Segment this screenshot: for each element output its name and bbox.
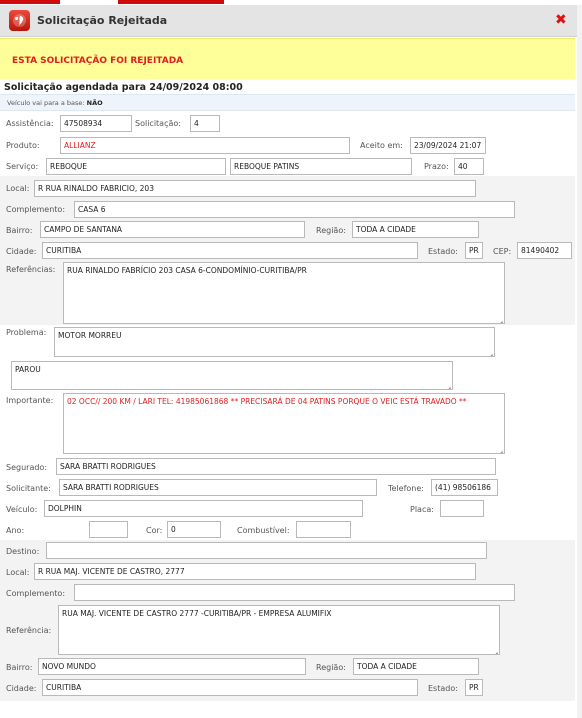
tab-strip-left <box>0 0 60 4</box>
cor-label: Cor: <box>146 526 163 535</box>
placa-field[interactable] <box>440 500 484 517</box>
importante-field[interactable]: 02 OCC// 200 KM / LARI TEL: 41985061868 … <box>63 393 505 454</box>
schedule-text: Solicitação agendada para 24/09/2024 08:… <box>4 82 243 93</box>
problema-detail-field[interactable]: PAROU <box>11 361 453 390</box>
alert-text: ESTA SOLICITAÇÃO FOI REJEITADA <box>12 56 184 66</box>
ano-label: Ano: <box>6 526 25 535</box>
destino-bairro-label: Bairro: <box>6 663 33 672</box>
base-label: Veículo vai para a base: <box>7 99 85 107</box>
resize-grip-icon[interactable] <box>496 445 503 452</box>
assistencia-label: Assistência: <box>6 119 54 128</box>
regiao-field[interactable]: TODA A CIDADE <box>352 221 479 238</box>
resize-grip-icon[interactable] <box>496 315 503 322</box>
cep-label: CEP: <box>493 247 512 256</box>
telefone-field[interactable]: (41) 98506186 <box>431 479 498 496</box>
complemento-field[interactable]: CASA 6 <box>74 201 515 218</box>
cep-field[interactable]: 81490402 <box>517 242 572 259</box>
globe-icon <box>9 10 30 31</box>
placa-label: Placa: <box>410 505 434 514</box>
referencias-field[interactable]: RUA RINALDO FABRÍCIO 203 CASA 6-CONDOMÍN… <box>63 262 505 324</box>
aceito-em-field[interactable]: 23/09/2024 21:07 <box>410 137 486 154</box>
destino-complemento-field[interactable] <box>74 584 515 601</box>
complemento-label: Complemento: <box>6 205 66 214</box>
close-icon[interactable]: ✖ <box>555 12 567 28</box>
destino-referencia-text: RUA MAJ. VICENTE DE CASTRO 2777 -CURITIB… <box>62 609 332 618</box>
referencias-text: RUA RINALDO FABRÍCIO 203 CASA 6-CONDOMÍN… <box>67 266 307 275</box>
destino-local-label: Local: <box>6 568 30 577</box>
resize-grip-icon[interactable] <box>444 381 451 388</box>
window-titlebar: Solicitação Rejeitada ✖ <box>0 5 577 37</box>
prazo-field[interactable]: 40 <box>454 158 484 175</box>
solicitante-field[interactable]: SARA BRATTI RODRIGUES <box>59 479 377 496</box>
tab-strip-right <box>118 0 224 4</box>
destino-referencia-field[interactable]: RUA MAJ. VICENTE DE CASTRO 2777 -CURITIB… <box>58 605 500 655</box>
resize-grip-icon[interactable] <box>486 348 493 355</box>
problema-field[interactable]: MOTOR MORREU <box>54 327 495 357</box>
produto-label: Produto: <box>6 141 40 150</box>
regiao-label: Região: <box>316 226 346 235</box>
aceito-em-label: Aceito em: <box>360 141 403 150</box>
servico-field[interactable]: REBOQUE <box>46 158 226 175</box>
estado-label: Estado: <box>428 247 458 256</box>
importante-text: 02 OCC// 200 KM / LARI TEL: 41985061868 … <box>67 397 467 406</box>
veiculo-label: Veículo: <box>6 505 38 514</box>
destino-regiao-label: Região: <box>316 663 346 672</box>
scrollbar[interactable] <box>577 5 582 718</box>
combustivel-field[interactable] <box>296 521 351 538</box>
base-info: Veículo vai para a base: NÃO <box>0 94 575 111</box>
destino-regiao-field[interactable]: TODA A CIDADE <box>353 658 479 675</box>
destino-bairro-field[interactable]: NOVO MUNDO <box>38 658 306 675</box>
solicitante-label: Solicitante: <box>6 484 51 493</box>
referencias-label: Referências: <box>6 265 56 274</box>
destino-cidade-label: Cidade: <box>6 684 37 693</box>
estado-field[interactable]: PR <box>465 242 483 259</box>
destino-complemento-label: Complemento: <box>6 589 66 598</box>
segurado-label: Segurado: <box>6 463 48 472</box>
local-label: Local: <box>6 184 30 193</box>
prazo-label: Prazo: <box>424 162 449 171</box>
destino-estado-label: Estado: <box>428 684 458 693</box>
problema-text: MOTOR MORREU <box>58 331 122 340</box>
base-value: NÃO <box>86 99 103 107</box>
solicitacao-label: Solicitação: <box>135 119 181 128</box>
destino-field[interactable] <box>46 542 487 559</box>
solicitacao-field[interactable]: 4 <box>190 115 220 132</box>
local-field[interactable]: R RUA RINALDO FABRICIO, 203 <box>34 180 476 197</box>
bairro-field[interactable]: CAMPO DE SANTANA <box>40 221 305 238</box>
cor-field[interactable]: 0 <box>167 521 221 538</box>
resize-grip-icon[interactable] <box>491 646 498 653</box>
problema-detail-text: PAROU <box>15 365 41 374</box>
servico-detail-field[interactable]: REBOQUE PATINS <box>230 158 412 175</box>
bairro-label: Bairro: <box>6 226 33 235</box>
destino-cidade-field[interactable]: CURITIBA <box>42 679 418 696</box>
segurado-field[interactable]: SARA BRATTI RODRIGUES <box>56 458 496 475</box>
problema-label: Problema: <box>6 328 47 337</box>
destino-referencia-label: Referência: <box>6 626 52 635</box>
ano-field[interactable] <box>89 521 128 538</box>
importante-label: Importante: <box>6 396 54 405</box>
window-title: Solicitação Rejeitada <box>37 14 168 27</box>
destino-label: Destino: <box>6 547 40 556</box>
cidade-label: Cidade: <box>6 247 37 256</box>
cidade-field[interactable]: CURITIBA <box>42 242 418 259</box>
assistencia-field[interactable]: 47508934 <box>60 115 132 132</box>
veiculo-field[interactable]: DOLPHIN <box>44 500 363 517</box>
rejection-alert: ESTA SOLICITAÇÃO FOI REJEITADA <box>0 38 575 79</box>
destino-local-field[interactable]: R RUA MAJ. VICENTE DE CASTRO, 2777 <box>34 563 476 580</box>
combustivel-label: Combustível: <box>237 526 290 535</box>
servico-label: Serviço: <box>6 162 39 171</box>
telefone-label: Telefone: <box>388 484 424 493</box>
produto-field[interactable]: ALLIANZ <box>60 137 350 154</box>
destino-estado-field[interactable]: PR <box>465 679 483 696</box>
